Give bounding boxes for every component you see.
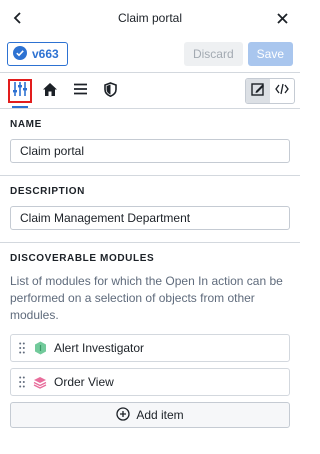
drag-handle-icon[interactable] <box>17 342 27 354</box>
toolbar: v663 Discard Save <box>0 36 300 73</box>
module-label: Order View <box>54 375 114 389</box>
modules-section: DISCOVERABLE MODULES List of modules for… <box>0 243 300 440</box>
home-icon <box>42 82 58 100</box>
form-view-button[interactable] <box>246 78 270 103</box>
tab-home[interactable] <box>35 77 65 105</box>
page-title: Claim portal <box>117 11 183 25</box>
version-label: v663 <box>32 47 59 61</box>
drag-handle-icon[interactable] <box>17 376 27 388</box>
check-circle-icon <box>13 45 27 63</box>
view-toggle <box>245 77 295 104</box>
name-label: NAME <box>10 119 42 130</box>
module-label: Alert Investigator <box>54 341 145 355</box>
plus-circle-icon <box>116 406 130 424</box>
description-section: DESCRIPTION Claim Management Department <box>0 176 300 243</box>
edit-form-icon <box>251 82 265 99</box>
add-item-button[interactable]: Add item <box>10 402 290 428</box>
add-item-label: Add item <box>136 408 184 422</box>
shield-icon <box>103 81 117 100</box>
panel-header: Claim portal <box>0 0 300 36</box>
save-button[interactable]: Save <box>247 42 293 66</box>
name-section: NAME Claim portal <box>0 109 300 176</box>
tab-settings[interactable] <box>8 78 32 108</box>
description-field[interactable]: Claim Management Department <box>10 206 290 230</box>
code-view-button[interactable] <box>270 79 294 103</box>
discard-button[interactable]: Discard <box>183 42 243 66</box>
pink-layers-icon <box>33 375 47 389</box>
list-item[interactable]: Order View <box>10 368 290 396</box>
tab-menu[interactable] <box>65 77 95 105</box>
modules-label: DISCOVERABLE MODULES <box>10 253 155 264</box>
code-icon <box>275 83 289 98</box>
chevron-left-icon[interactable] <box>11 11 25 25</box>
list-item[interactable]: Alert Investigator <box>10 334 290 362</box>
modules-description: List of modules for which the Open In ac… <box>10 274 283 322</box>
version-button[interactable]: v663 <box>7 42 68 66</box>
tab-bar <box>0 73 300 109</box>
tab-permissions[interactable] <box>95 77 125 105</box>
close-icon[interactable] <box>275 11 289 25</box>
green-badge-icon <box>33 341 47 355</box>
description-label: DESCRIPTION <box>10 186 85 197</box>
menu-icon <box>73 83 88 98</box>
sliders-icon <box>12 81 28 100</box>
name-field[interactable]: Claim portal <box>10 139 290 163</box>
